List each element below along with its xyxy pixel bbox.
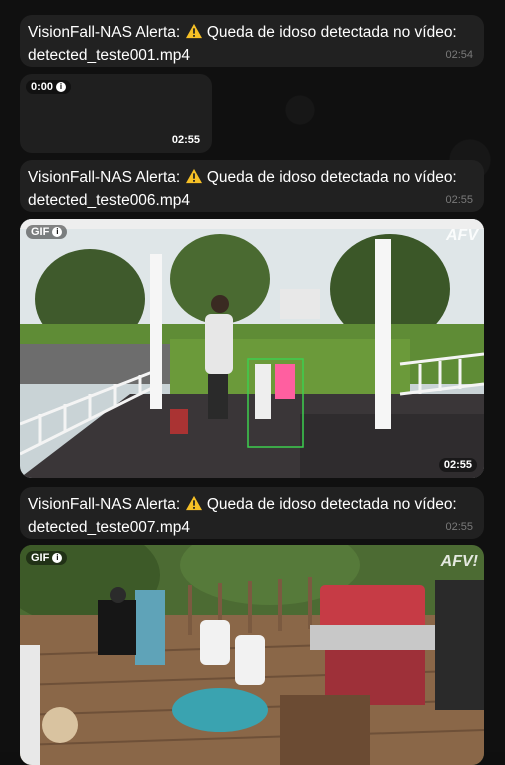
message-time: 02:55: [445, 521, 473, 533]
message-time: 02:54: [445, 49, 473, 61]
video-thumbnail-1[interactable]: 0:00 i 02:55: [20, 74, 212, 153]
warning-icon: [185, 168, 202, 184]
media-time: 02:55: [438, 458, 477, 472]
alert-message-3[interactable]: VisionFall-NAS Alerta: Queda de idoso de…: [20, 487, 484, 539]
message-text: VisionFall-NAS Alerta: Queda de idoso de…: [28, 168, 457, 209]
watermark-logo: AFV!: [440, 553, 478, 570]
info-icon: i: [52, 227, 63, 237]
warning-icon: [185, 23, 202, 39]
watermark-logo: AFV: [446, 227, 478, 244]
porch-scene-image: [20, 219, 484, 478]
warning-icon: [185, 495, 202, 511]
alert-message-1[interactable]: VisionFall-NAS Alerta: Queda de idoso de…: [20, 15, 484, 67]
gif-media-2[interactable]: GIF i AFV!: [20, 545, 484, 765]
deck-scene-image: [20, 545, 484, 765]
alert-message-2[interactable]: VisionFall-NAS Alerta: Queda de idoso de…: [20, 160, 484, 212]
info-icon: i: [52, 553, 63, 563]
gif-media-1[interactable]: GIF i AFV 02:55: [20, 219, 484, 478]
message-text: VisionFall-NAS Alerta: Queda de idoso de…: [28, 23, 457, 64]
message-time: 02:55: [445, 194, 473, 206]
gif-badge: GIF i: [26, 551, 68, 565]
video-time: 02:55: [171, 134, 200, 146]
gif-badge: GIF i: [26, 225, 68, 239]
message-text: VisionFall-NAS Alerta: Queda de idoso de…: [28, 495, 457, 536]
video-duration-badge: 0:00 i: [26, 80, 72, 94]
info-icon: i: [56, 82, 67, 92]
